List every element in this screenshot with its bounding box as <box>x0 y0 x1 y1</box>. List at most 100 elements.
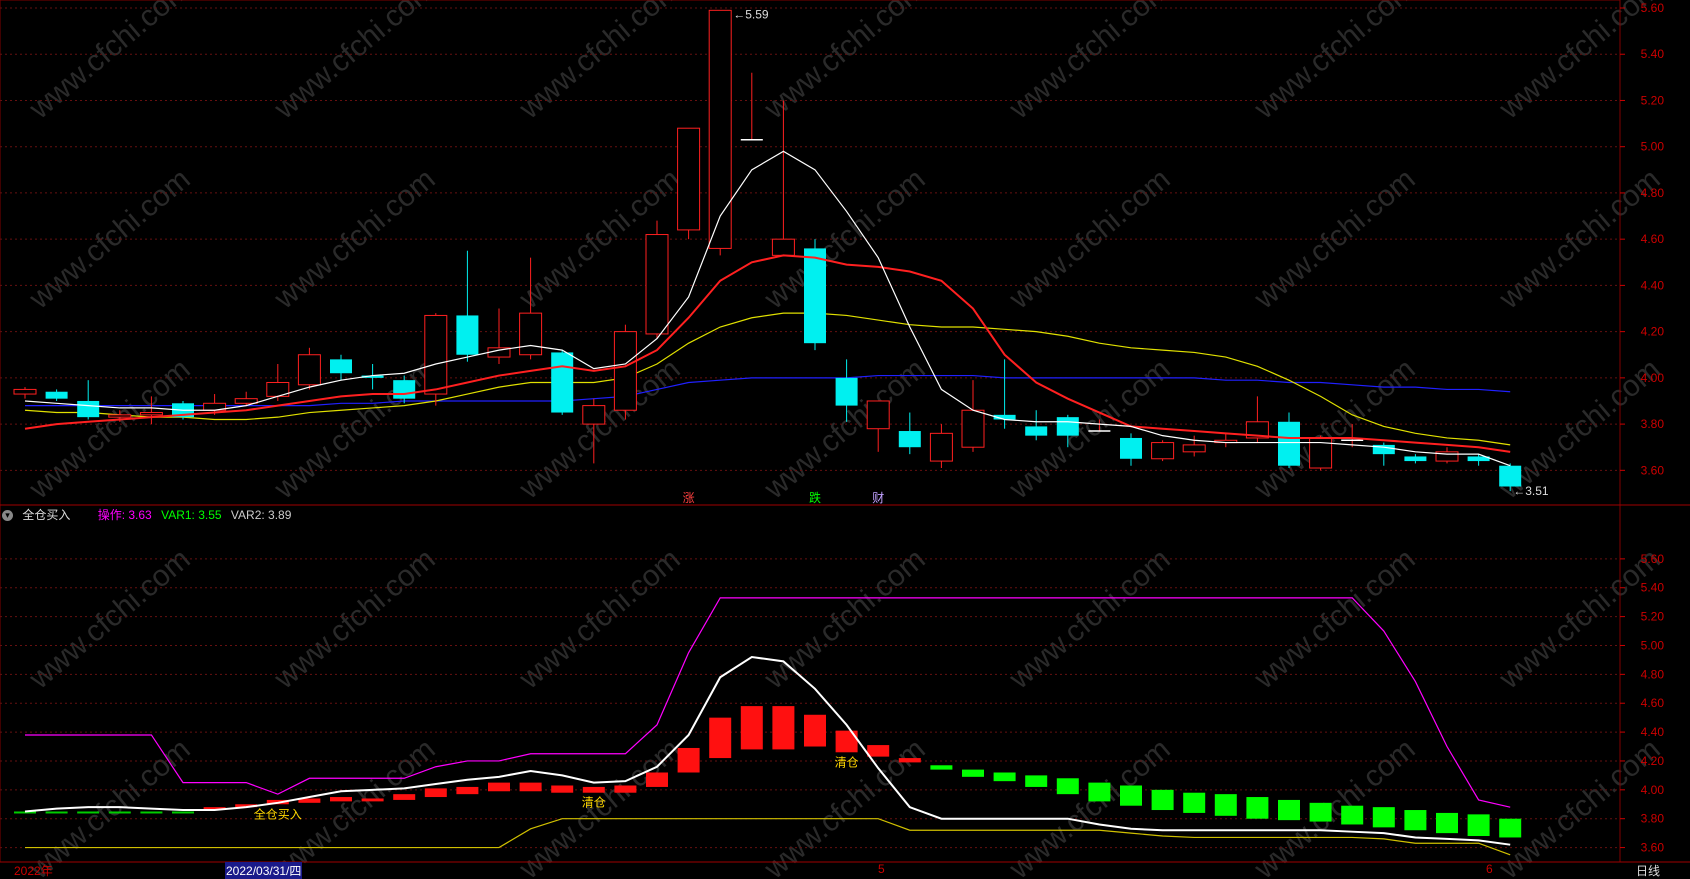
signal-bar[interactable] <box>424 788 447 798</box>
candle-down[interactable] <box>1278 421 1300 466</box>
signal-bar[interactable] <box>108 811 131 814</box>
indicator-header: ▾ 全仓买入 操作: 3.63 VAR1: 3.55 VAR2: 3.89 <box>2 506 297 523</box>
candle-up[interactable] <box>961 409 985 448</box>
candle-down[interactable] <box>330 359 352 374</box>
candle-up[interactable] <box>866 400 890 430</box>
signal-bar[interactable] <box>393 794 416 800</box>
signal-bar[interactable] <box>740 706 763 750</box>
candle-up[interactable] <box>708 9 732 249</box>
candle-down[interactable] <box>1404 456 1427 462</box>
candle-down[interactable] <box>456 315 479 355</box>
candle-down[interactable] <box>1025 426 1048 436</box>
candle-down[interactable] <box>393 380 416 399</box>
ind-y-tick-label: 5.60 <box>1641 552 1665 566</box>
signal-bar[interactable] <box>1088 782 1111 802</box>
signal-bar[interactable] <box>993 772 1016 782</box>
signal-bar[interactable] <box>77 811 100 814</box>
candle-down[interactable] <box>551 352 574 413</box>
candle-up[interactable] <box>1151 442 1175 460</box>
stock-chart[interactable]: www.cfchi.com www.cfchi.com www.cfchi.com w… <box>0 0 1690 878</box>
watermark-text: www.cfchi.com <box>513 0 687 126</box>
candle-down[interactable] <box>77 400 100 418</box>
candle-down[interactable] <box>804 248 826 344</box>
candle-down[interactable] <box>1120 437 1142 459</box>
candle-up[interactable] <box>108 414 132 418</box>
signal-bar[interactable] <box>709 717 732 759</box>
candle-up[interactable] <box>297 354 321 386</box>
candle-up[interactable] <box>771 238 795 256</box>
signal-bar[interactable] <box>1309 802 1332 822</box>
candle-up[interactable] <box>519 312 543 356</box>
signal-bar[interactable] <box>804 714 826 747</box>
watermark-text: www.cfchi.com <box>268 353 442 506</box>
watermark-text: www.cfchi.com <box>23 353 197 506</box>
ind-y-tick-label: 4.80 <box>1641 667 1665 681</box>
signal-bar[interactable] <box>1499 818 1522 838</box>
signal-bar[interactable] <box>930 765 953 770</box>
chevron-down-icon[interactable]: ▾ <box>2 510 13 522</box>
candle-down[interactable] <box>45 391 68 399</box>
candle-up[interactable] <box>929 432 953 462</box>
signal-bar[interactable] <box>519 782 542 792</box>
signal-bar[interactable] <box>614 785 637 793</box>
signal-bar[interactable] <box>1214 794 1237 816</box>
candle-up[interactable] <box>1182 444 1206 453</box>
candle-up[interactable] <box>424 314 448 395</box>
indicator-name[interactable]: 全仓买入 <box>22 508 70 522</box>
candle-up[interactable] <box>613 331 637 411</box>
candle-up[interactable] <box>645 234 669 335</box>
signal-bar[interactable] <box>1025 775 1048 787</box>
candle-up[interactable] <box>139 412 163 416</box>
signal-bar[interactable] <box>1246 797 1269 819</box>
signal-bar[interactable] <box>1120 785 1142 806</box>
ind-y-tick-label: 5.40 <box>1641 581 1665 595</box>
date-label-june: 6 <box>1486 862 1493 876</box>
signal-bar[interactable] <box>140 811 163 814</box>
signal-bar[interactable] <box>1372 807 1395 828</box>
watermark-text: www.cfchi.com <box>1003 543 1177 696</box>
signal-bar[interactable] <box>646 772 668 787</box>
candle-up[interactable] <box>677 127 701 231</box>
candle-down[interactable] <box>835 377 858 406</box>
ind-y-tick-label: 4.00 <box>1641 783 1665 797</box>
signal-bar[interactable] <box>1183 792 1206 813</box>
signal-bar[interactable] <box>1341 805 1364 825</box>
date-label-selected[interactable]: 2022/03/31/四 <box>225 862 303 879</box>
main-y-tick-label: 4.40 <box>1641 278 1665 292</box>
watermark-text: www.cfchi.com <box>758 543 932 696</box>
watermark-text: www.cfchi.com <box>1248 0 1422 126</box>
signal-bar[interactable] <box>456 786 479 795</box>
signal-bar[interactable] <box>962 769 984 777</box>
signal-bar[interactable] <box>488 782 510 792</box>
ind-y-tick-label: 3.80 <box>1641 812 1665 826</box>
signal-bar[interactable] <box>677 747 700 773</box>
signal-bar[interactable] <box>582 786 605 793</box>
candle-down[interactable] <box>1056 417 1079 436</box>
candle-up[interactable] <box>582 405 606 425</box>
main-y-tick-label: 3.60 <box>1641 463 1665 477</box>
watermark-text: www.cfchi.com <box>23 0 197 126</box>
candle-up[interactable] <box>234 398 258 404</box>
ind-y-tick-label: 4.20 <box>1641 754 1665 768</box>
signal-bar[interactable] <box>1436 812 1458 834</box>
watermark-text: www.cfchi.com <box>23 733 197 878</box>
signal-bar[interactable] <box>361 798 384 802</box>
signal-bar[interactable] <box>867 745 890 757</box>
signal-bar[interactable] <box>772 706 795 750</box>
signal-bar[interactable] <box>1404 810 1427 831</box>
signal-bar[interactable] <box>172 811 194 814</box>
signal-bar[interactable] <box>1467 814 1490 837</box>
main-y-tick-label: 5.00 <box>1641 140 1665 154</box>
signal-marker: 涨 <box>683 490 695 505</box>
period-label[interactable]: 日线 <box>1636 862 1660 879</box>
signal-bar[interactable] <box>1056 778 1079 795</box>
signal-bar[interactable] <box>45 811 68 814</box>
candle-up[interactable] <box>13 388 37 395</box>
candle-down[interactable] <box>898 431 921 448</box>
signal-bar[interactable] <box>551 785 574 793</box>
signal-bar[interactable] <box>1151 789 1174 811</box>
signal-bar[interactable] <box>898 758 921 763</box>
signal-bar[interactable] <box>1278 799 1300 821</box>
main-y-tick-label: 5.20 <box>1641 93 1665 107</box>
signal-bar[interactable] <box>330 797 352 802</box>
